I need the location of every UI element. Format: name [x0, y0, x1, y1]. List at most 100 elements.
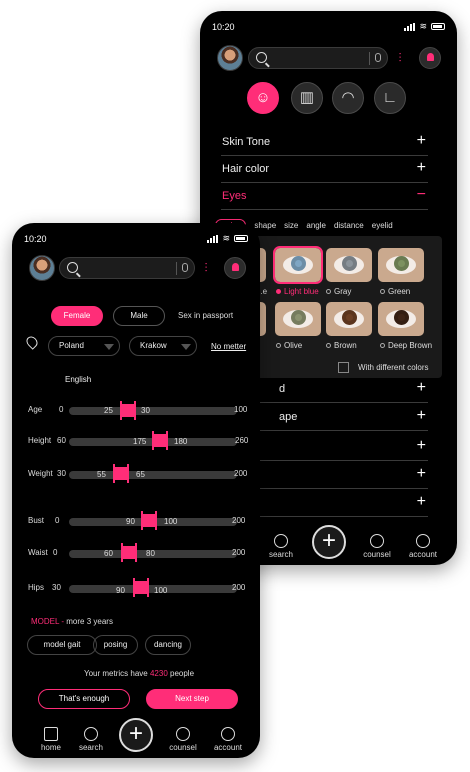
filter-icon[interactable]: ⫶: [392, 50, 408, 66]
collapse-minus-icon[interactable]: −: [417, 186, 426, 204]
section-hair-color[interactable]: Hair color +: [221, 158, 428, 183]
expand-plus-icon[interactable]: +: [417, 159, 426, 177]
section-eyes[interactable]: Eyes −: [221, 185, 428, 210]
nav-label: home: [40, 743, 61, 752]
range-handle[interactable]: [113, 464, 129, 483]
male-button[interactable]: Male: [113, 306, 165, 326]
eye-swatch-brown[interactable]: [326, 302, 372, 336]
tab-angle[interactable]: angle: [306, 221, 326, 230]
expand-plus-icon[interactable]: +: [417, 493, 426, 511]
body-category-icon[interactable]: ▥: [291, 82, 323, 114]
search-input[interactable]: [59, 257, 195, 279]
chevron-down-icon: [104, 344, 114, 355]
expand-plus-icon[interactable]: +: [417, 407, 426, 425]
microphone-icon[interactable]: [182, 263, 188, 272]
face-category-icon[interactable]: ☺: [247, 82, 279, 114]
range-max: 200: [232, 583, 246, 592]
nav-counsel[interactable]: counsel: [357, 534, 397, 559]
range-low-value: 60: [104, 549, 113, 558]
country-select[interactable]: Poland: [48, 336, 120, 356]
nav-search[interactable]: search: [261, 534, 301, 559]
skill-model-gait[interactable]: model gait: [27, 635, 97, 655]
status-icons: ≋: [207, 233, 248, 244]
nav-home[interactable]: home: [31, 727, 71, 752]
search-icon: [256, 52, 267, 63]
eye-swatch-deep-brown[interactable]: [378, 302, 424, 336]
section-skin-tone[interactable]: Skin Tone +: [221, 131, 428, 156]
range-handle[interactable]: [133, 578, 149, 597]
signal-icon: [207, 234, 219, 243]
section-label: Hair color: [222, 163, 270, 175]
microphone-icon[interactable]: [375, 53, 381, 62]
range-track[interactable]: [69, 471, 237, 479]
range-high-value: 100: [154, 586, 168, 595]
range-track[interactable]: [69, 407, 237, 415]
nav-search[interactable]: search: [71, 727, 111, 752]
tab-size[interactable]: size: [284, 221, 298, 230]
eye-label-olive[interactable]: Olive: [276, 341, 302, 350]
city-value: Krakow: [140, 341, 167, 350]
eye-swatch-gray[interactable]: [326, 248, 372, 282]
expand-plus-icon[interactable]: +: [417, 379, 426, 397]
different-colors-checkbox[interactable]: [338, 362, 349, 373]
add-button[interactable]: +: [312, 525, 346, 559]
nav-account[interactable]: account: [403, 534, 443, 559]
metrics-suffix: people: [170, 669, 195, 678]
range-handle[interactable]: [141, 511, 157, 530]
female-button[interactable]: Female: [51, 306, 103, 326]
avatar[interactable]: [29, 255, 55, 281]
eye-swatch-olive[interactable]: [275, 302, 321, 336]
nav-label: account: [408, 550, 438, 559]
notification-bell-icon[interactable]: [419, 47, 441, 69]
range-handle[interactable]: [121, 543, 137, 562]
skill-dancing[interactable]: dancing: [145, 635, 191, 655]
range-handle[interactable]: [120, 401, 136, 420]
skill-posing[interactable]: posing: [93, 635, 138, 655]
city-select[interactable]: Krakow: [129, 336, 197, 356]
tab-distance[interactable]: distance: [334, 221, 364, 230]
range-handle[interactable]: [152, 431, 168, 450]
arm-category-icon[interactable]: ◠: [332, 82, 364, 114]
expand-plus-icon[interactable]: +: [417, 465, 426, 483]
range-high-value: 80: [146, 549, 155, 558]
range-min: 0: [55, 516, 60, 525]
nav-account[interactable]: account: [208, 727, 248, 752]
eye-label-green[interactable]: Green: [380, 287, 410, 296]
nav-label: account: [213, 743, 243, 752]
expand-plus-icon[interactable]: +: [417, 132, 426, 150]
search-icon: [274, 534, 288, 548]
search-input[interactable]: [248, 47, 388, 69]
eye-label-brown[interactable]: Brown: [326, 341, 357, 350]
eye-label-gray[interactable]: Gray: [326, 287, 351, 296]
eye-label-light-blue[interactable]: Light blue: [276, 287, 319, 296]
search-icon: [84, 727, 98, 741]
notification-bell-icon[interactable]: [224, 257, 246, 279]
range-label: Hips: [28, 583, 45, 592]
filter-icon[interactable]: ⫶: [198, 260, 214, 276]
range-label: Height: [28, 436, 52, 445]
no-metter-link[interactable]: No metter: [211, 342, 246, 351]
range-low-value: 55: [97, 470, 106, 479]
leg-category-icon[interactable]: ∟: [374, 82, 406, 114]
range-label: Bust: [28, 516, 45, 525]
nav-counsel[interactable]: counsel: [163, 727, 203, 752]
different-colors-label: With different colors: [358, 363, 429, 372]
sex-in-passport-link[interactable]: Sex in passport: [178, 311, 233, 320]
range-max: 200: [232, 516, 246, 525]
status-time: 10:20: [212, 22, 235, 32]
nav-label: counsel: [363, 550, 391, 559]
add-button[interactable]: +: [119, 718, 153, 752]
range-min: 60: [57, 436, 66, 445]
expand-plus-icon[interactable]: +: [417, 437, 426, 455]
model-duration: more 3 years: [66, 617, 113, 626]
model-label: MODEL: [31, 617, 60, 626]
tab-eyelid[interactable]: eyelid: [372, 221, 393, 230]
range-label: Weight: [28, 469, 53, 478]
range-min: 0: [53, 548, 58, 557]
eye-label-deep-brown[interactable]: Deep Brown: [380, 341, 432, 350]
avatar[interactable]: [217, 45, 243, 71]
eye-swatch-green[interactable]: [378, 248, 424, 282]
language-link[interactable]: English: [65, 375, 91, 384]
range-track[interactable]: [69, 585, 237, 593]
eye-swatch-light-blue[interactable]: [273, 246, 323, 284]
